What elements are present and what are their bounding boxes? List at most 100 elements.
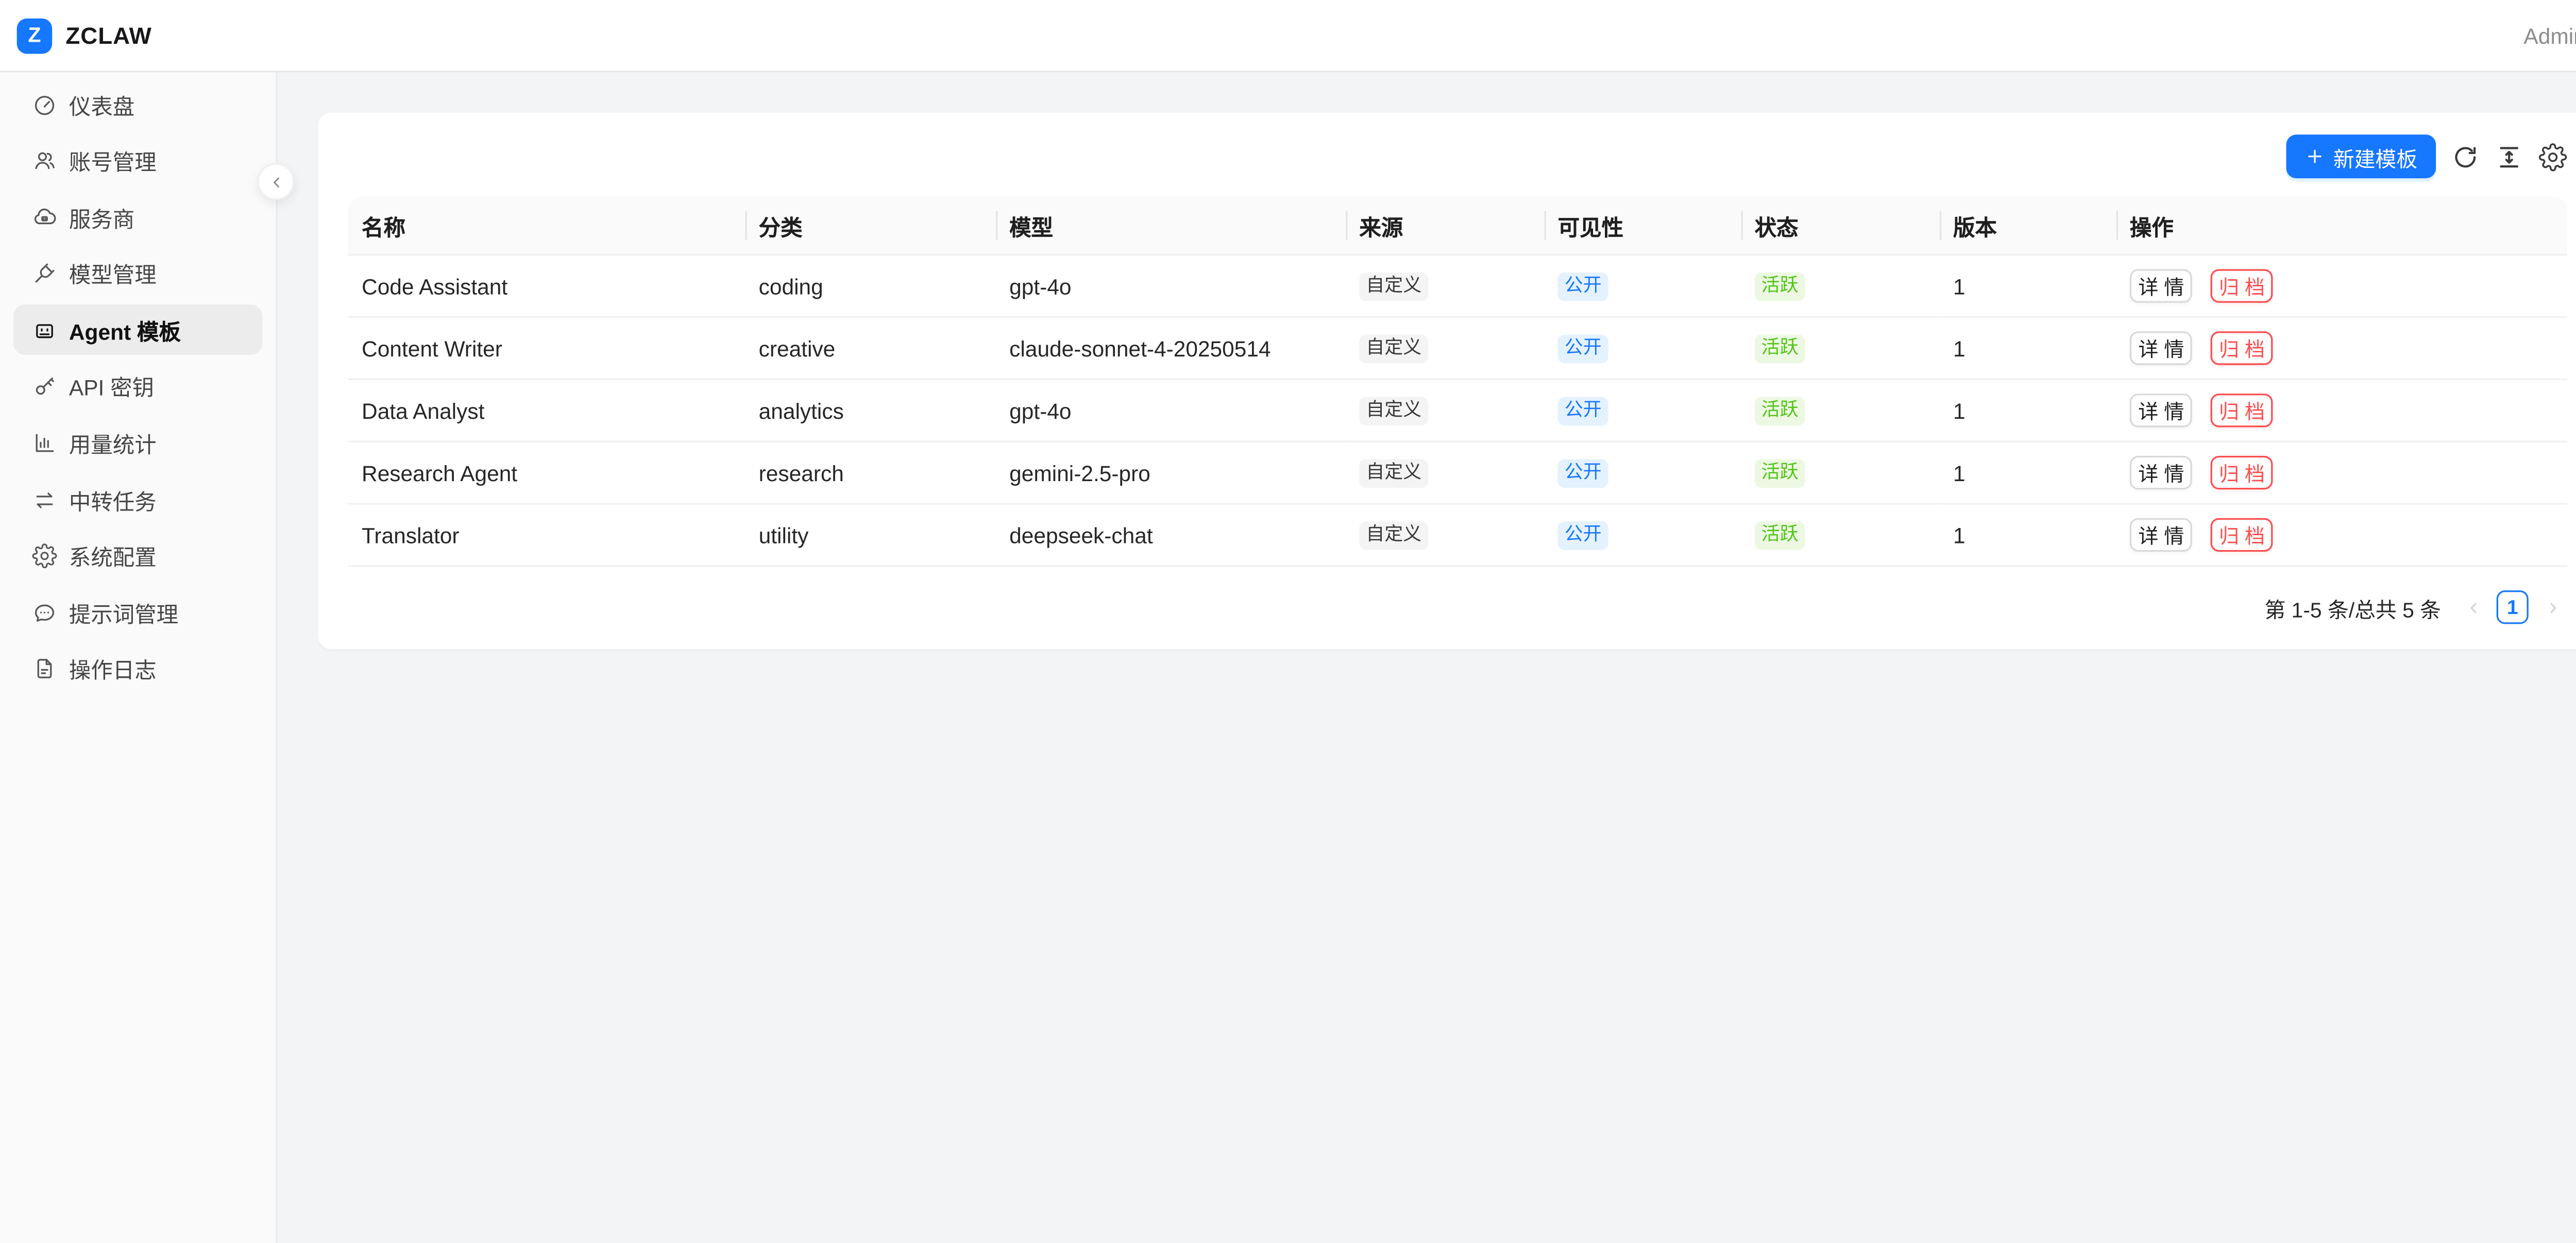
sidebar-item-relay-tasks[interactable]: 中转任务 <box>13 474 262 525</box>
sidebar: 仪表盘 账号管理 服务商 模型管理 Agent 模板 API 密钥 用量统计 中… <box>0 72 278 1243</box>
chevron-right-icon <box>2543 598 2562 617</box>
pagination-next-button[interactable] <box>2537 590 2567 624</box>
column-settings-button[interactable] <box>2538 142 2567 171</box>
density-button[interactable] <box>2495 142 2523 171</box>
source-badge: 自定义 <box>1359 273 1428 301</box>
sidebar-item-accounts[interactable]: 账号管理 <box>13 135 262 186</box>
main-content: 新建模板 <box>278 72 2576 1243</box>
status-badge: 活跃 <box>1755 335 1805 364</box>
user-menu[interactable]: Admin <box>2523 23 2576 48</box>
sidebar-item-dashboard[interactable]: 仪表盘 <box>13 79 262 129</box>
new-template-button[interactable]: 新建模板 <box>2286 134 2436 178</box>
chat-icon <box>32 600 57 625</box>
cell-name: Code Assistant <box>348 256 745 318</box>
gear-icon <box>32 544 57 569</box>
status-badge: 活跃 <box>1755 521 1805 550</box>
cell-visibility: 公开 <box>1545 256 1741 318</box>
archive-button[interactable]: 归 档 <box>2211 518 2274 552</box>
visibility-badge: 公开 <box>1558 521 1608 550</box>
cell-model: deepseek-chat <box>996 505 1346 567</box>
cell-actions: 详 情 归 档 <box>2116 380 2567 442</box>
cell-model: gemini-2.5-pro <box>996 442 1346 505</box>
archive-button[interactable]: 归 档 <box>2211 269 2274 302</box>
sidebar-item-prompts[interactable]: 提示词管理 <box>13 588 262 638</box>
bar-chart-icon <box>32 431 57 456</box>
source-badge: 自定义 <box>1359 459 1428 488</box>
cell-category: coding <box>745 256 996 318</box>
cell-status: 活跃 <box>1741 256 1940 318</box>
cell-status: 活跃 <box>1741 505 1940 567</box>
plus-icon <box>2304 146 2325 166</box>
column-header-name: 名称 <box>348 197 745 256</box>
cell-source: 自定义 <box>1346 442 1544 505</box>
cell-actions: 详 情 归 档 <box>2116 442 2567 505</box>
chevron-left-icon <box>267 173 285 191</box>
setting-gear-icon <box>2538 142 2567 171</box>
body-layout: 仪表盘 账号管理 服务商 模型管理 Agent 模板 API 密钥 用量统计 中… <box>0 72 2576 1243</box>
cell-status: 活跃 <box>1741 318 1940 380</box>
sidebar-item-usage-stats[interactable]: 用量统计 <box>13 418 262 469</box>
logo-letter: Z <box>28 24 41 47</box>
cell-version: 1 <box>1940 442 2116 505</box>
column-header-version: 版本 <box>1940 197 2116 256</box>
table-row: Research Agent research gemini-2.5-pro 自… <box>348 442 2567 505</box>
brand-name: ZCLAW <box>65 22 151 48</box>
cell-version: 1 <box>1940 505 2116 567</box>
pagination-prev-button[interactable] <box>2458 590 2488 624</box>
table-row: Code Assistant coding gpt-4o 自定义 公开 活跃 1… <box>348 256 2567 318</box>
column-header-actions: 操作 <box>2116 197 2567 256</box>
pagination: 第 1-5 条/总共 5 条 1 <box>348 589 2567 626</box>
column-header-source: 来源 <box>1346 197 1544 256</box>
users-icon <box>32 148 57 174</box>
cell-visibility: 公开 <box>1545 442 1741 505</box>
refresh-button[interactable] <box>2451 142 2480 171</box>
cloud-server-icon <box>32 205 57 230</box>
source-badge: 自定义 <box>1359 397 1428 426</box>
cell-category: analytics <box>745 380 996 442</box>
visibility-badge: 公开 <box>1558 397 1608 426</box>
detail-button[interactable]: 详 情 <box>2130 269 2193 302</box>
cell-version: 1 <box>1940 256 2116 318</box>
detail-button[interactable]: 详 情 <box>2130 456 2193 489</box>
archive-button[interactable]: 归 档 <box>2211 394 2274 427</box>
content-card: 新建模板 <box>318 113 2576 650</box>
new-template-label: 新建模板 <box>2333 141 2417 173</box>
cell-category: research <box>745 442 996 505</box>
cell-model: claude-sonnet-4-20250514 <box>996 318 1346 380</box>
sidebar-item-agent-templates[interactable]: Agent 模板 <box>13 305 262 355</box>
detail-button[interactable]: 详 情 <box>2130 394 2193 427</box>
chevron-left-icon <box>2464 598 2482 617</box>
sidebar-item-providers[interactable]: 服务商 <box>13 192 262 243</box>
sidebar-nav: 仪表盘 账号管理 服务商 模型管理 Agent 模板 API 密钥 用量统计 中… <box>0 79 276 694</box>
cell-name: Translator <box>348 505 745 567</box>
app-logo: Z <box>17 18 53 53</box>
cell-source: 自定义 <box>1346 505 1544 567</box>
detail-button[interactable]: 详 情 <box>2130 518 2193 552</box>
sidebar-item-models[interactable]: 模型管理 <box>13 249 262 299</box>
pagination-page-1[interactable]: 1 <box>2497 590 2529 624</box>
sidebar-item-system-config[interactable]: 系统配置 <box>13 531 262 582</box>
cell-source: 自定义 <box>1346 318 1544 380</box>
sidebar-item-operation-logs[interactable]: 操作日志 <box>13 644 262 694</box>
visibility-badge: 公开 <box>1558 459 1608 488</box>
gauge-icon <box>32 92 57 117</box>
archive-button[interactable]: 归 档 <box>2211 331 2274 365</box>
archive-button[interactable]: 归 档 <box>2211 456 2274 489</box>
table-row: Content Writer creative claude-sonnet-4-… <box>348 318 2567 380</box>
sidebar-item-api-keys[interactable]: API 密钥 <box>13 362 262 412</box>
cell-name: Data Analyst <box>348 380 745 442</box>
sidebar-collapse-button[interactable] <box>258 163 295 200</box>
table-body: Code Assistant coding gpt-4o 自定义 公开 活跃 1… <box>348 256 2567 567</box>
table-toolbar: 新建模板 <box>348 134 2567 178</box>
cell-actions: 详 情 归 档 <box>2116 505 2567 567</box>
column-header-visibility: 可见性 <box>1545 197 1741 256</box>
table-head: 名称 分类 模型 来源 可见性 状态 版本 操作 <box>348 197 2567 256</box>
detail-button[interactable]: 详 情 <box>2130 331 2193 365</box>
status-badge: 活跃 <box>1755 459 1805 488</box>
cell-status: 活跃 <box>1741 380 1940 442</box>
cell-version: 1 <box>1940 380 2116 442</box>
cell-category: creative <box>745 318 996 380</box>
brand[interactable]: Z ZCLAW <box>17 18 152 53</box>
key-icon <box>32 374 57 399</box>
column-header-category: 分类 <box>745 197 996 256</box>
